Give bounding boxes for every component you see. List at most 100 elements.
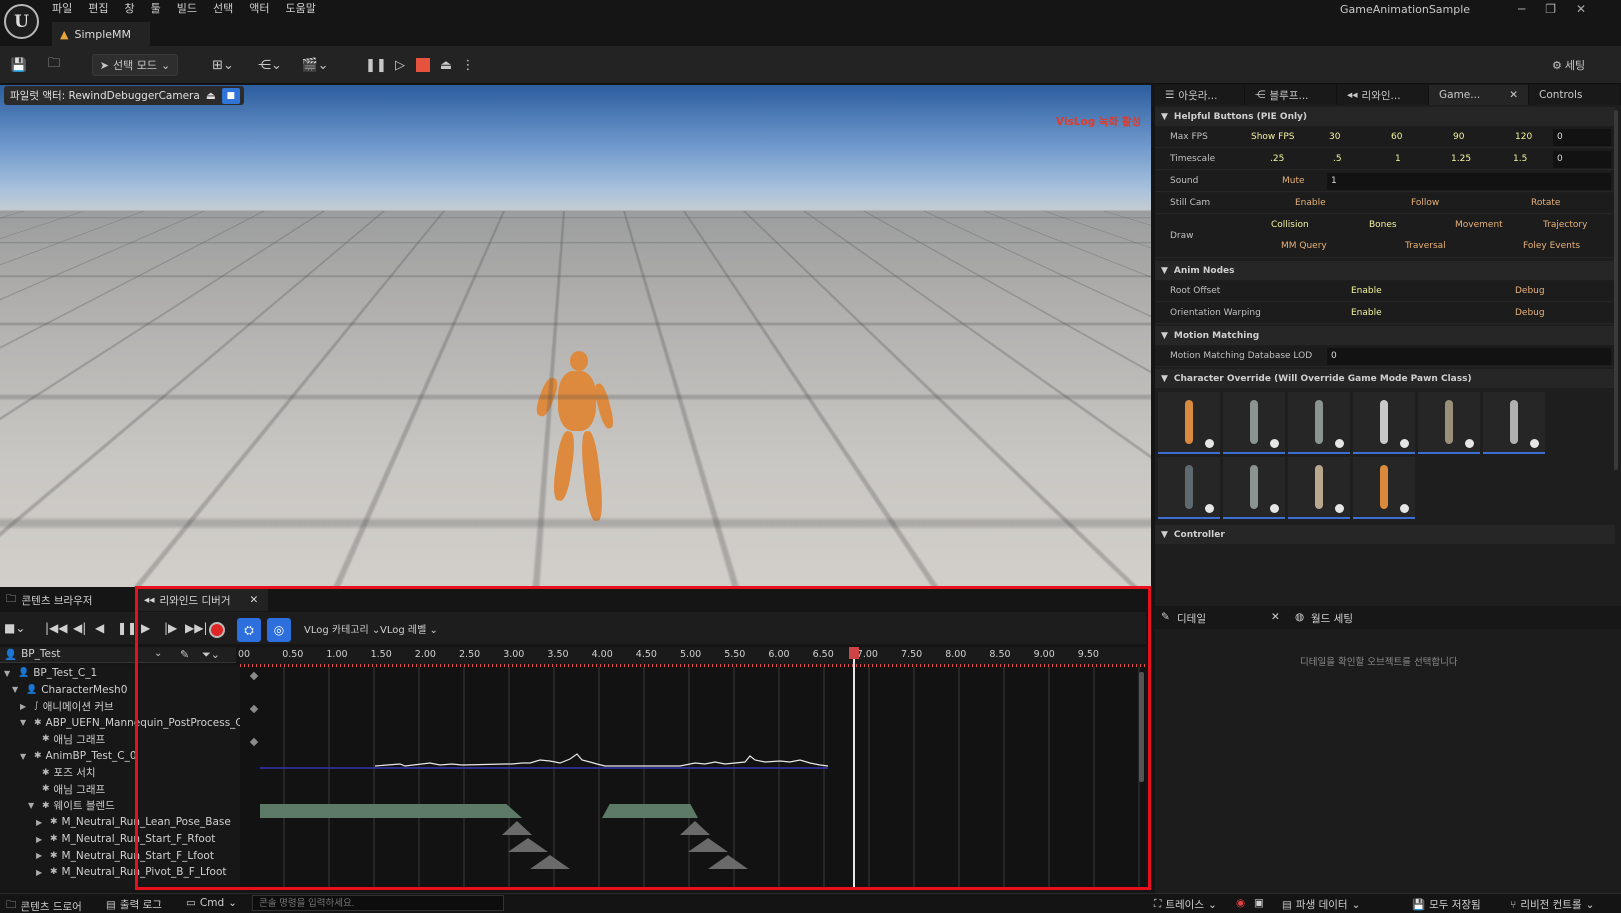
draw-foley-button[interactable]: Foley Events xyxy=(1523,241,1580,251)
character-thumb[interactable] xyxy=(1483,392,1545,454)
draw-collision-button[interactable]: Collision xyxy=(1271,220,1309,230)
character-thumb[interactable] xyxy=(1288,392,1350,454)
tab-game[interactable]: Game... ✕ xyxy=(1429,85,1529,105)
content-icon[interactable]: 🗀 xyxy=(44,54,64,76)
tab-controls[interactable]: Controls xyxy=(1529,85,1621,105)
close-button[interactable]: ✕ xyxy=(1576,2,1586,16)
chevron-right-icon[interactable]: ▶ xyxy=(20,702,30,711)
trace-dropdown[interactable]: ⛶ 트레이스 ⌄ xyxy=(1154,897,1217,912)
track-tree-row[interactable]: ✱ 애님 그래프 xyxy=(0,731,105,747)
chevron-down-icon[interactable]: ▼ xyxy=(4,669,14,678)
menu-file[interactable]: 파일 xyxy=(52,0,72,18)
timescale-1-button[interactable]: 1 xyxy=(1395,154,1401,164)
fps-120-button[interactable]: 120 xyxy=(1515,132,1532,142)
track-tree-row[interactable]: ▼ ✱ AnimBP_Test_C_0 xyxy=(0,748,137,764)
play-reverse-icon[interactable]: ◀ xyxy=(95,621,104,635)
screenshot-icon[interactable]: ▣ xyxy=(1254,897,1264,909)
more-icon[interactable]: ⋮ xyxy=(462,54,475,76)
track-tree-row[interactable]: ▼ 👤 BP_Test_C_1 xyxy=(0,665,97,681)
character-thumb[interactable] xyxy=(1223,457,1285,519)
derived-data-button[interactable]: ▤ 파생 데이터 ⌄ xyxy=(1282,897,1360,912)
timescale-025-button[interactable]: .25 xyxy=(1270,154,1284,164)
fps-90-button[interactable]: 90 xyxy=(1453,132,1464,142)
menu-help[interactable]: 도움말 xyxy=(286,0,316,18)
chevron-right-icon[interactable]: ▶ xyxy=(36,835,46,844)
character-thumb[interactable] xyxy=(1418,392,1480,454)
timescale-15-button[interactable]: 1.5 xyxy=(1513,154,1527,164)
tab-outliner[interactable]: ☰ 아웃라... xyxy=(1155,85,1245,105)
tab-world-settings[interactable]: 월드 세팅 xyxy=(1311,611,1353,626)
still-cam-enable-button[interactable]: Enable xyxy=(1295,198,1326,208)
chevron-right-icon[interactable]: ▶ xyxy=(36,818,46,827)
still-cam-follow-button[interactable]: Follow xyxy=(1411,198,1439,208)
cmd-dropdown[interactable]: ▭ Cmd ⌄ xyxy=(186,897,237,909)
content-browser-tab[interactable]: 🗀 콘텐츠 브라우저 xyxy=(0,589,134,611)
orientation-debug-button[interactable]: Debug xyxy=(1515,308,1545,318)
track-tree-row[interactable]: ▼ ✱ 웨이트 블렌드 xyxy=(0,798,115,814)
console-input[interactable] xyxy=(252,895,504,911)
revision-control-button[interactable]: ⑂ 리비전 컨트롤 ⌄ xyxy=(1510,897,1594,912)
draw-movement-button[interactable]: Movement xyxy=(1455,220,1503,230)
menu-tools[interactable]: 툴 xyxy=(151,0,161,18)
section-motion-matching[interactable]: ▼ Motion Matching xyxy=(1155,326,1615,345)
section-character-override[interactable]: ▼ Character Override (Will Override Game … xyxy=(1155,369,1615,388)
section-controller[interactable]: ▼ Controller xyxy=(1155,525,1615,544)
chevron-down-icon[interactable]: ▼ xyxy=(12,685,22,694)
object-search-field[interactable]: 👤 BP_Test xyxy=(4,648,61,661)
cinematics-icon[interactable]: 🎬⌄ xyxy=(300,54,330,76)
mm-lod-input[interactable]: 0 xyxy=(1327,348,1611,365)
track-tree-row[interactable]: ▶ ∫ 애니메이션 커브 xyxy=(0,698,114,714)
sound-input[interactable]: 1 xyxy=(1327,173,1611,190)
mute-button[interactable]: Mute xyxy=(1282,176,1305,186)
menu-edit[interactable]: 편집 xyxy=(88,0,108,18)
save-icon[interactable]: 💾 xyxy=(10,54,28,76)
right-panel-scrollbar[interactable] xyxy=(1614,110,1618,470)
eject-icon[interactable]: ⏏ xyxy=(438,54,454,76)
menu-select[interactable]: 선택 xyxy=(213,0,233,18)
tab-blueprint[interactable]: ⋲ 블루프... xyxy=(1245,85,1337,105)
settings-button[interactable]: ⚙ 세팅 xyxy=(1552,54,1585,76)
output-log-button[interactable]: ▤ 출력 로그 xyxy=(106,897,162,912)
character-thumb[interactable] xyxy=(1353,392,1415,454)
chevron-right-icon[interactable]: ▶ xyxy=(36,851,46,860)
timescale-input[interactable]: 0 xyxy=(1553,151,1611,168)
chevron-down-icon[interactable]: ▼ xyxy=(28,801,38,810)
pilot-actor-bar[interactable]: 파일럿 액터: RewindDebuggerCamera ⏏ ■ xyxy=(4,86,244,105)
draw-trajectory-button[interactable]: Trajectory xyxy=(1543,220,1587,230)
fps-60-button[interactable]: 60 xyxy=(1391,132,1402,142)
root-offset-enable-button[interactable]: Enable xyxy=(1351,286,1382,296)
character-thumb[interactable] xyxy=(1158,392,1220,454)
close-tab-icon[interactable]: ✕ xyxy=(1509,89,1518,101)
tab-details[interactable]: 디테일 xyxy=(1177,611,1206,626)
skip-start-icon[interactable]: |◀◀ xyxy=(45,621,68,635)
fps-30-button[interactable]: 30 xyxy=(1329,132,1340,142)
max-fps-input[interactable]: 0 xyxy=(1553,129,1611,146)
eject-pilot-icon[interactable]: ⏏ xyxy=(206,90,216,102)
chevron-down-icon[interactable]: ▼ xyxy=(20,752,30,761)
tab-rewind[interactable]: ◂◂ 리와인... xyxy=(1337,85,1429,105)
track-tree-row[interactable]: ✱ 애님 그래프 xyxy=(0,781,105,797)
level-viewport[interactable] xyxy=(0,85,1151,587)
pause-icon[interactable]: ❚❚ xyxy=(365,54,387,76)
character-thumb[interactable] xyxy=(1288,457,1350,519)
menu-window[interactable]: 창 xyxy=(125,0,135,18)
draw-bones-button[interactable]: Bones xyxy=(1369,220,1397,230)
track-tree-row[interactable]: ▼ 👤 CharacterMesh0 xyxy=(0,682,127,698)
step-back-icon[interactable]: ◀| xyxy=(73,621,86,635)
stop-icon[interactable] xyxy=(416,58,430,72)
timescale-05-button[interactable]: .5 xyxy=(1333,154,1342,164)
chevron-right-icon[interactable]: ▶ xyxy=(36,868,46,877)
project-tab[interactable]: ▲ SimpleMM xyxy=(52,22,150,46)
track-tree-row[interactable]: ✱ 포즈 서치 xyxy=(0,765,96,781)
draw-mm-query-button[interactable]: MM Query xyxy=(1281,241,1327,251)
camera-dropdown-icon[interactable]: ■⌄ xyxy=(4,621,25,635)
chevron-down-icon[interactable]: ▼ xyxy=(20,718,30,727)
maximize-button[interactable]: ❐ xyxy=(1545,2,1556,16)
minimize-button[interactable]: ─ xyxy=(1518,2,1525,16)
save-all-button[interactable]: 💾 모두 저장됨 xyxy=(1412,897,1481,912)
step-icon[interactable]: ▷ xyxy=(392,54,408,76)
content-drawer-button[interactable]: 🗀 콘텐츠 드로어 xyxy=(6,897,82,913)
character-thumb[interactable] xyxy=(1158,457,1220,519)
draw-traversal-button[interactable]: Traversal xyxy=(1405,241,1446,251)
timescale-125-button[interactable]: 1.25 xyxy=(1451,154,1471,164)
